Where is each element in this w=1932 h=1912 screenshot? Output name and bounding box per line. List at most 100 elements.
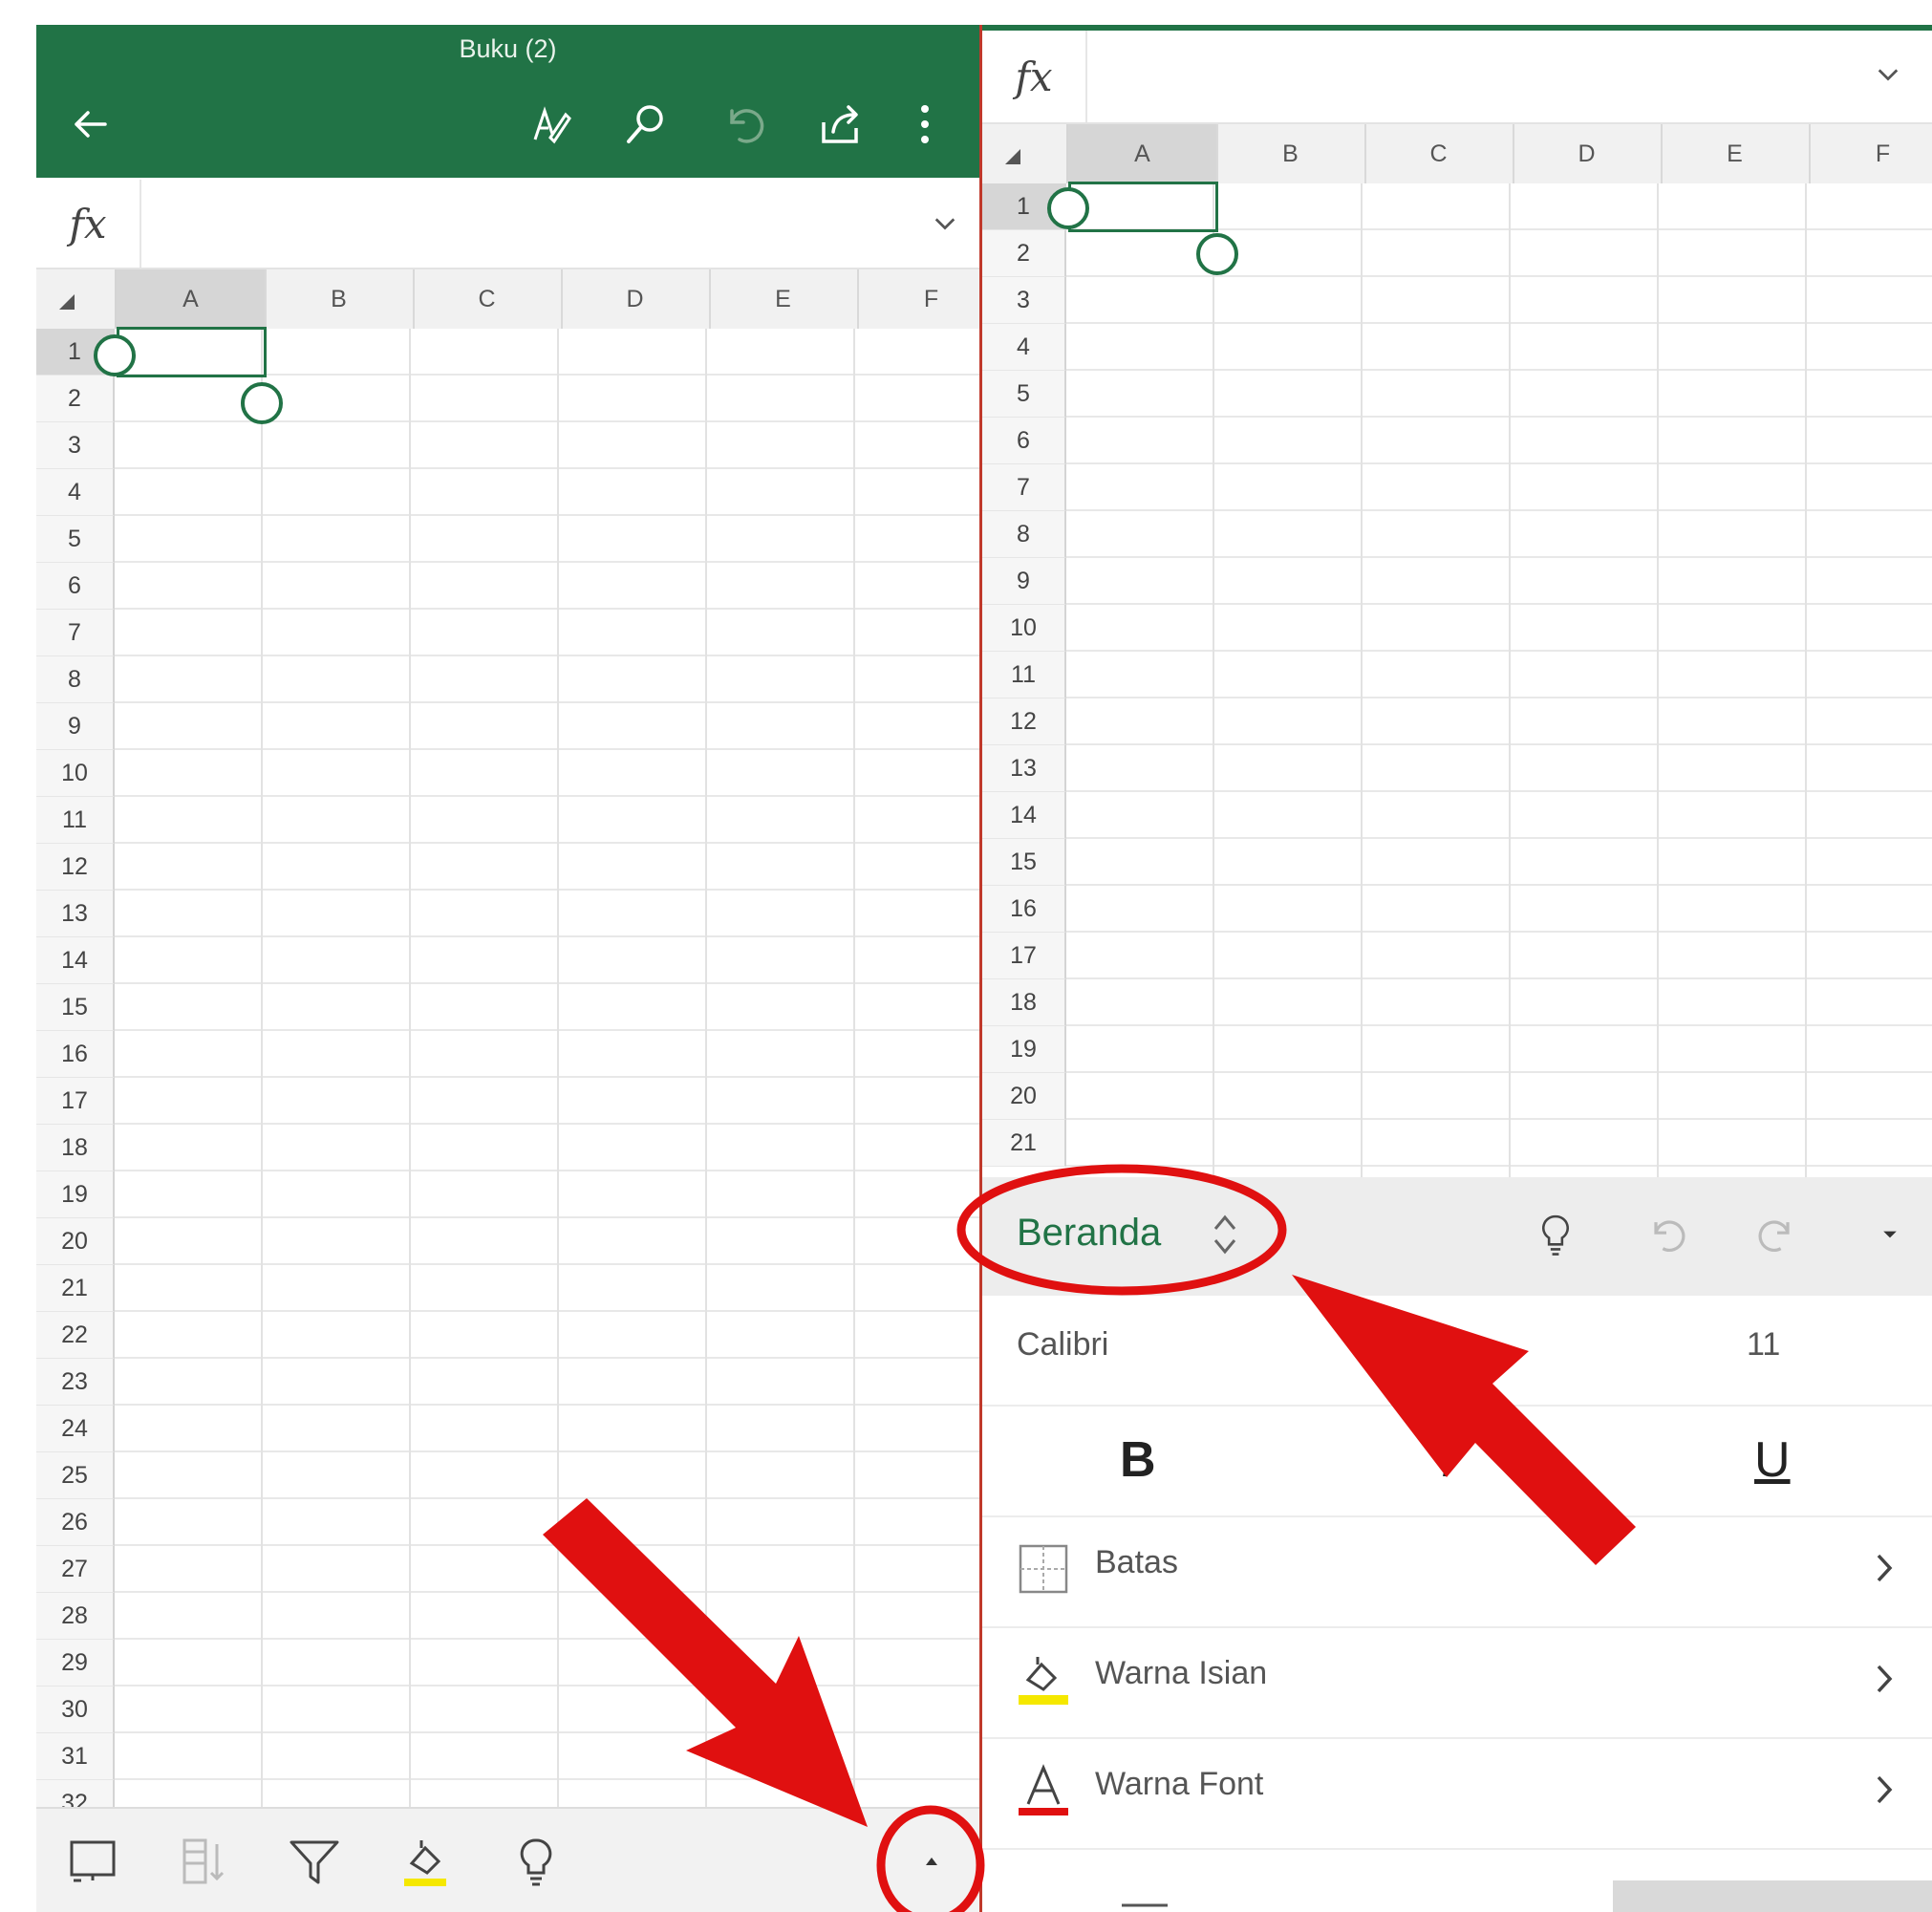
fx-icon[interactable]: fx: [982, 31, 1087, 122]
column-header-b[interactable]: B: [1216, 124, 1366, 183]
row-header-20[interactable]: 20: [36, 1218, 115, 1265]
select-all-corner[interactable]: [36, 269, 117, 329]
row-header-12[interactable]: 12: [982, 698, 1066, 745]
fill-color-icon[interactable]: [394, 1830, 457, 1893]
chevron-down-icon[interactable]: [924, 203, 966, 245]
row-header-25[interactable]: 25: [36, 1452, 115, 1499]
row-header-3[interactable]: 3: [982, 277, 1066, 324]
bold-button[interactable]: B: [1120, 1431, 1156, 1489]
selected-cell-a1[interactable]: [1068, 182, 1218, 232]
selection-handle-bottom-right[interactable]: [1196, 233, 1238, 275]
font-name-field[interactable]: Calibri: [1017, 1326, 1108, 1364]
row-header-17[interactable]: 17: [982, 933, 1066, 979]
row-header-28[interactable]: 28: [36, 1593, 115, 1640]
column-header-a[interactable]: A: [1068, 124, 1218, 183]
chevron-down-icon[interactable]: [1867, 54, 1909, 96]
row-header-5[interactable]: 5: [36, 516, 115, 563]
edit-pen-icon[interactable]: [524, 97, 577, 151]
selected-cell-a1[interactable]: [117, 327, 267, 377]
font-row[interactable]: Calibri 11: [982, 1296, 1932, 1407]
row-header-13[interactable]: 13: [36, 891, 115, 937]
row-header-2[interactable]: 2: [36, 376, 115, 422]
column-header-c[interactable]: C: [1364, 124, 1514, 183]
row-header-3[interactable]: 3: [36, 422, 115, 469]
italic-button[interactable]: I: [1441, 1431, 1454, 1489]
column-header-f[interactable]: F: [857, 269, 979, 329]
column-header-d[interactable]: D: [561, 269, 711, 329]
column-header-e[interactable]: E: [709, 269, 859, 329]
row-header-8[interactable]: 8: [36, 656, 115, 703]
collapse-ribbon-icon[interactable]: [1861, 1206, 1919, 1263]
row-header-26[interactable]: 26: [36, 1499, 115, 1546]
row-header-15[interactable]: 15: [36, 984, 115, 1031]
selection-handle-top-left[interactable]: [1047, 187, 1089, 229]
row-header-5[interactable]: 5: [982, 371, 1066, 418]
row-header-20[interactable]: 20: [982, 1073, 1066, 1120]
row-header-18[interactable]: 18: [982, 979, 1066, 1026]
share-icon[interactable]: [814, 97, 868, 151]
more-options-icon[interactable]: [898, 97, 952, 151]
row-header-21[interactable]: 21: [982, 1120, 1066, 1167]
row-header-22[interactable]: 22: [36, 1312, 115, 1359]
row-header-29[interactable]: 29: [36, 1640, 115, 1686]
row-header-18[interactable]: 18: [36, 1125, 115, 1171]
row-header-6[interactable]: 6: [982, 418, 1066, 464]
selection-handle-bottom-right[interactable]: [241, 382, 283, 424]
row-header-13[interactable]: 13: [982, 745, 1066, 792]
row-header-19[interactable]: 19: [36, 1171, 115, 1218]
row-header-27[interactable]: 27: [36, 1546, 115, 1593]
row-header-31[interactable]: 31: [36, 1733, 115, 1780]
undo-icon[interactable]: [1638, 1206, 1695, 1263]
column-header-f[interactable]: F: [1809, 124, 1932, 183]
row-header-15[interactable]: 15: [982, 839, 1066, 886]
formula-input[interactable]: [1087, 31, 1865, 118]
underline-button[interactable]: U: [1754, 1431, 1791, 1489]
row-header-16[interactable]: 16: [982, 886, 1066, 933]
row-header-7[interactable]: 7: [36, 610, 115, 656]
font-color-row[interactable]: Warna Font: [982, 1737, 1932, 1850]
row-header-16[interactable]: 16: [36, 1031, 115, 1078]
undo-icon[interactable]: [717, 97, 770, 151]
row-header-30[interactable]: 30: [36, 1686, 115, 1733]
column-header-a[interactable]: A: [117, 269, 267, 329]
slides-icon[interactable]: [61, 1830, 124, 1893]
lightbulb-icon[interactable]: [1527, 1206, 1584, 1263]
row-header-2[interactable]: 2: [982, 230, 1066, 277]
cell-area[interactable]: [115, 329, 979, 1809]
column-header-b[interactable]: B: [265, 269, 415, 329]
column-header-d[interactable]: D: [1513, 124, 1663, 183]
row-header-11[interactable]: 11: [36, 797, 115, 844]
filter-icon[interactable]: [283, 1830, 346, 1893]
cell-area[interactable]: [1066, 183, 1932, 1177]
tab-switch-updown-icon[interactable]: [1206, 1206, 1244, 1263]
expand-ribbon-icon[interactable]: [900, 1830, 963, 1893]
row-header-14[interactable]: 14: [36, 937, 115, 984]
fx-icon[interactable]: fx: [36, 180, 141, 268]
row-header-10[interactable]: 10: [982, 605, 1066, 652]
row-header-11[interactable]: 11: [982, 652, 1066, 698]
row-header-8[interactable]: 8: [982, 511, 1066, 558]
back-arrow-icon[interactable]: [63, 97, 117, 151]
row-header-4[interactable]: 4: [36, 469, 115, 516]
row-header-9[interactable]: 9: [982, 558, 1066, 605]
row-header-21[interactable]: 21: [36, 1265, 115, 1312]
row-header-12[interactable]: 12: [36, 844, 115, 891]
search-icon[interactable]: [619, 97, 673, 151]
column-header-c[interactable]: C: [413, 269, 563, 329]
borders-row[interactable]: Batas: [982, 1515, 1932, 1628]
sort-icon[interactable]: [172, 1830, 235, 1893]
row-header-17[interactable]: 17: [36, 1078, 115, 1125]
lightbulb-icon[interactable]: [504, 1830, 568, 1893]
row-header-10[interactable]: 10: [36, 750, 115, 797]
row-header-19[interactable]: 19: [982, 1026, 1066, 1073]
selection-handle-top-left[interactable]: [94, 334, 136, 376]
fill-color-row[interactable]: Warna Isian: [982, 1626, 1932, 1739]
select-all-corner[interactable]: [982, 124, 1068, 183]
row-header-14[interactable]: 14: [982, 792, 1066, 839]
row-header-24[interactable]: 24: [36, 1406, 115, 1452]
row-header-6[interactable]: 6: [36, 563, 115, 610]
column-header-e[interactable]: E: [1661, 124, 1811, 183]
row-header-23[interactable]: 23: [36, 1359, 115, 1406]
ribbon-tab-selector[interactable]: Beranda: [1017, 1212, 1161, 1255]
row-header-9[interactable]: 9: [36, 703, 115, 750]
